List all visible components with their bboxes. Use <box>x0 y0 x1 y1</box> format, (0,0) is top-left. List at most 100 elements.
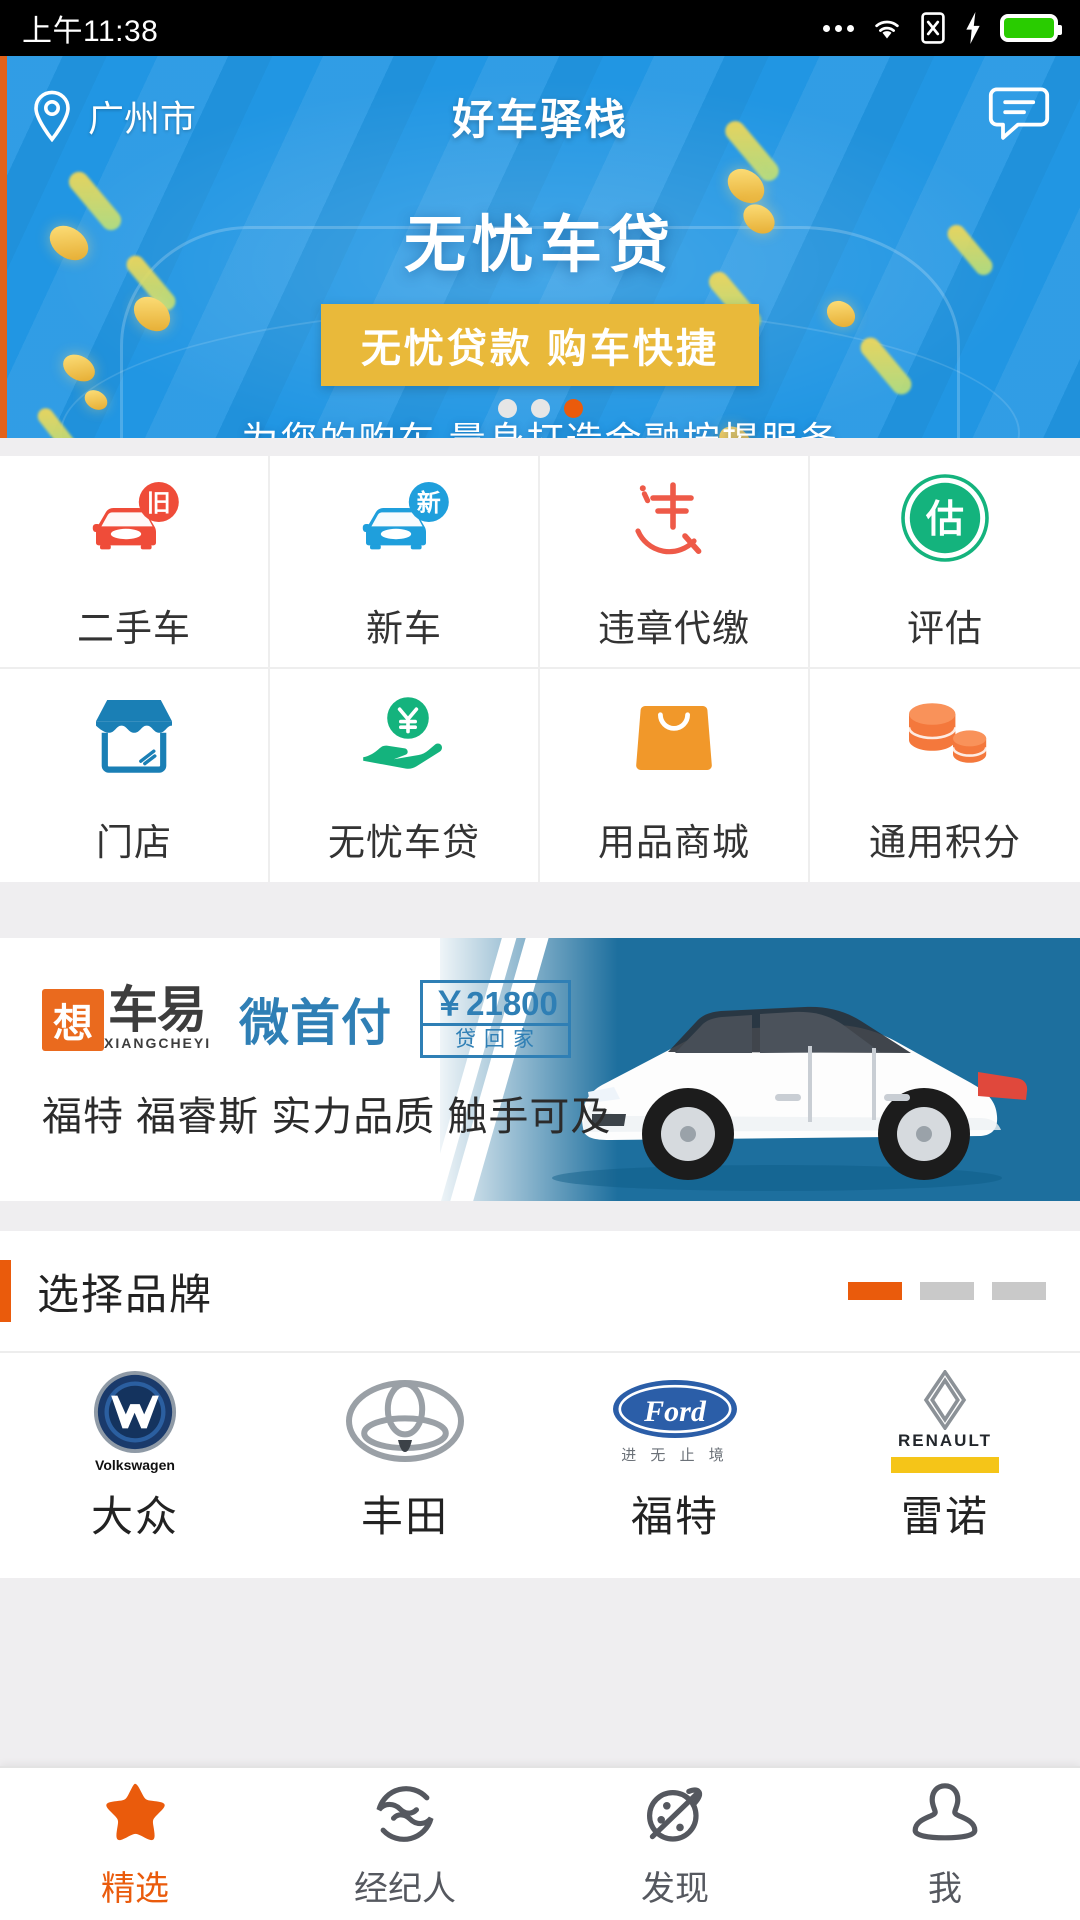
shopping-bag-icon <box>628 686 720 778</box>
used-car-icon: 旧 <box>88 472 180 564</box>
grid-item-points[interactable]: 通用积分 <box>810 669 1080 882</box>
charging-bolt-icon <box>966 12 980 44</box>
tab-label: 发现 <box>641 1869 709 1908</box>
status-time: 上午11:38 <box>22 15 159 48</box>
grid-item-label: 二手车 <box>77 607 191 649</box>
location-pin-icon <box>34 90 70 142</box>
logo-mark: 想 <box>42 988 104 1051</box>
brand-name: 福特 <box>630 1493 719 1540</box>
message-bubble-icon <box>988 87 1050 140</box>
brand-section-header: 选择品牌 <box>0 1231 1080 1353</box>
grid-item-label: 新车 <box>366 607 442 649</box>
violation-pay-icon <box>628 472 720 564</box>
brand-page-2[interactable] <box>920 1282 974 1300</box>
car-loan-icon <box>358 686 450 778</box>
volkswagen-wordmark: Volkswagen <box>95 1457 175 1473</box>
grid-item-label: 评估 <box>907 607 983 649</box>
carousel-dot-2[interactable] <box>530 399 550 418</box>
brand-grid: Volkswagen 大众 丰田 Ford 进 无 止 境 福特 RENAULT… <box>0 1353 1080 1578</box>
svg-text:新: 新 <box>417 489 441 517</box>
grid-item-new-car[interactable]: 新 新车 <box>270 456 540 669</box>
carousel-dot-1[interactable] <box>497 399 517 418</box>
spacer-3 <box>0 1201 1080 1231</box>
xiangcheyi-logo: 想 车易 XIANGCHEYI <box>42 985 212 1051</box>
promo-text: 想 车易 XIANGCHEYI 微首付 ￥21800 贷回家 福特 福睿斯 实力… <box>42 980 611 1142</box>
bottom-tab-bar: 精选 经纪人 发现 我 <box>0 1766 1080 1920</box>
coin-stack-icon <box>899 686 991 778</box>
svg-text:Ford: Ford <box>643 1395 707 1428</box>
svg-text:旧: 旧 <box>147 490 171 517</box>
tab-me[interactable]: 我 <box>810 1768 1080 1920</box>
volkswagen-logo: Volkswagen <box>92 1367 178 1475</box>
location-selector[interactable]: 广州市 <box>30 90 196 142</box>
brand-page-1[interactable] <box>848 1282 902 1300</box>
logo-cn: 车易 <box>108 982 207 1039</box>
toyota-logo <box>346 1367 464 1475</box>
brand-item-volkswagen[interactable]: Volkswagen 大众 <box>0 1353 270 1578</box>
banner-headline: 无忧车贷 <box>403 211 676 280</box>
tab-label: 精选 <box>101 1869 169 1908</box>
tab-agent[interactable]: 经纪人 <box>270 1768 540 1920</box>
promo-carousel[interactable]: 广州市 好车驿栈 无忧车贷 无忧贷款 购车快捷 为您的购车 量身打造金融按揭服务 <box>0 56 1080 438</box>
grid-item-label: 违章代缴 <box>598 607 750 649</box>
svg-text:估: 估 <box>925 499 964 541</box>
grid-item-label: 无忧车贷 <box>328 821 480 863</box>
new-car-icon: 新 <box>358 472 450 564</box>
star-icon <box>106 1783 165 1840</box>
wifi-icon <box>875 20 899 39</box>
grid-item-car-loan[interactable]: 无忧车贷 <box>270 669 540 882</box>
grid-item-label: 用品商城 <box>598 821 750 863</box>
carousel-dots[interactable] <box>0 399 1080 418</box>
grid-item-label: 通用积分 <box>869 821 1021 863</box>
grid-item-store[interactable]: 门店 <box>0 669 270 882</box>
brand-item-toyota[interactable]: 丰田 <box>270 1353 540 1578</box>
brand-name: 大众 <box>90 1493 179 1540</box>
brand-item-ford[interactable]: Ford 进 无 止 境 福特 <box>540 1353 810 1578</box>
section-title: 选择品牌 <box>37 1270 214 1318</box>
agent-icon <box>376 1785 434 1842</box>
grid-item-mall[interactable]: 用品商城 <box>540 669 810 882</box>
store-icon <box>88 686 180 778</box>
battery-icon <box>1000 14 1062 42</box>
brand-name: 丰田 <box>360 1493 449 1540</box>
promo-price-sub: 贷回家 <box>423 1023 568 1055</box>
tab-discover[interactable]: 发现 <box>540 1768 810 1920</box>
brand-pager[interactable] <box>848 1282 1046 1300</box>
promo-tagline: 福特 福睿斯 实力品质 触手可及 <box>42 1095 612 1139</box>
tab-label: 经纪人 <box>354 1869 456 1908</box>
app-screen: 上午11:38 广州市 好车驿栈 无忧车贷 无忧贷款 购车快捷 旧 二手车 新 … <box>0 0 1080 1920</box>
planet-icon <box>646 1786 703 1842</box>
promo-card[interactable]: 想 车易 XIANGCHEYI 微首付 ￥21800 贷回家 福特 福睿斯 实力… <box>0 938 1080 1201</box>
promo-price-badge: ￥21800 贷回家 <box>420 980 571 1058</box>
grid-item-used-car[interactable]: 旧 二手车 <box>0 456 270 669</box>
location-label: 广州市 <box>88 98 197 139</box>
person-icon <box>912 1782 978 1840</box>
status-icons <box>823 12 1062 44</box>
grid-item-violation[interactable]: 违章代缴 <box>540 456 810 669</box>
spacer-1 <box>0 438 1080 456</box>
tab-label: 我 <box>928 1869 962 1908</box>
service-grid: 旧 二手车 新 新车 违章代缴 估 评估 门店 无忧车贷 用品商城 通用积分 <box>0 456 1080 882</box>
logo-en: XIANGCHEYI <box>104 1034 212 1051</box>
banner-pill: 无忧贷款 购车快捷 <box>320 304 760 386</box>
sim-x-icon <box>921 12 945 44</box>
renault-yellow-bar <box>891 1456 999 1473</box>
brand-item-renault[interactable]: RENAULT 雷诺 <box>810 1353 1080 1578</box>
grid-item-valuation[interactable]: 估 评估 <box>810 456 1080 669</box>
carousel-dot-3[interactable] <box>563 399 583 418</box>
ford-logo: Ford 进 无 止 境 <box>610 1367 740 1475</box>
more-dots-icon <box>823 24 854 32</box>
valuation-icon: 估 <box>899 472 991 564</box>
message-button[interactable] <box>988 85 1050 148</box>
grid-item-label: 门店 <box>96 821 172 863</box>
promo-title: 微首付 <box>239 995 393 1051</box>
ford-slogan: 进 无 止 境 <box>621 1446 729 1464</box>
brand-page-3[interactable] <box>992 1282 1046 1300</box>
renault-logo: RENAULT <box>891 1367 999 1475</box>
status-bar: 上午11:38 <box>0 0 1080 56</box>
spacer-2 <box>0 882 1080 938</box>
section-accent-bar <box>0 1260 11 1322</box>
brand-name: 雷诺 <box>900 1493 989 1540</box>
promo-price: ￥21800 <box>433 985 558 1022</box>
tab-featured[interactable]: 精选 <box>0 1768 270 1920</box>
